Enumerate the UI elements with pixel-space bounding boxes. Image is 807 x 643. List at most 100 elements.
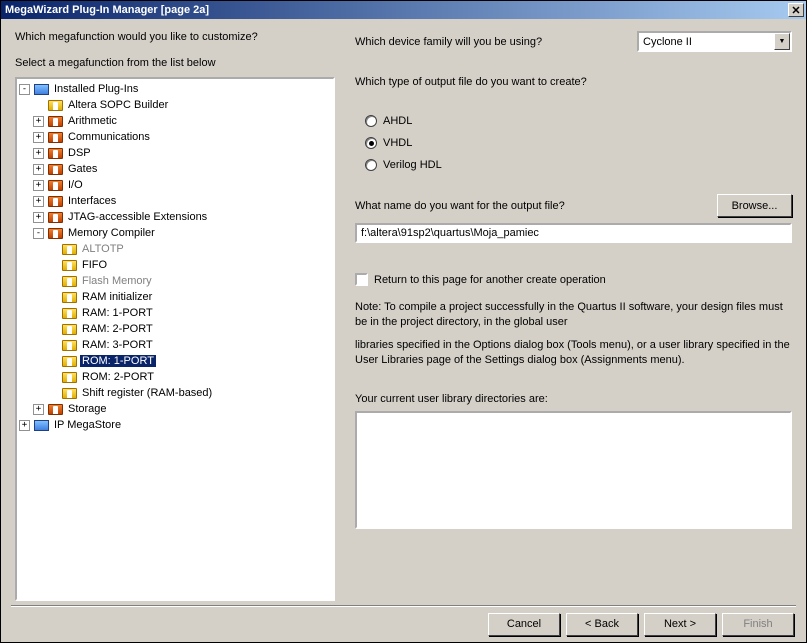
radio-icon bbox=[365, 115, 377, 127]
expand-icon[interactable]: + bbox=[33, 132, 44, 143]
tree-item[interactable]: +Storage bbox=[17, 401, 333, 417]
tree-item[interactable]: Altera SOPC Builder bbox=[17, 97, 333, 113]
tree-item[interactable]: ALTOTP bbox=[17, 241, 333, 257]
close-button[interactable]: ✕ bbox=[788, 3, 804, 17]
content-area: Which megafunction would you like to cus… bbox=[1, 19, 806, 605]
tree-item-label: Memory Compiler bbox=[66, 227, 157, 239]
radio-label-verilog: Verilog HDL bbox=[383, 159, 442, 171]
folder-icon bbox=[33, 83, 49, 96]
expander-spacer bbox=[47, 260, 58, 271]
back-button[interactable]: < Back bbox=[566, 613, 638, 636]
tree-item-label: Installed Plug-Ins bbox=[52, 83, 140, 95]
left-column: Which megafunction would you like to cus… bbox=[15, 31, 335, 601]
tree-item-label: IP MegaStore bbox=[52, 419, 123, 431]
tree-item-label: RAM initializer bbox=[80, 291, 154, 303]
tree-item[interactable]: RAM: 1-PORT bbox=[17, 305, 333, 321]
expander-spacer bbox=[47, 372, 58, 383]
tree-item[interactable]: RAM: 2-PORT bbox=[17, 321, 333, 337]
user-libraries-label: Your current user library directories ar… bbox=[355, 393, 792, 405]
browse-button[interactable]: Browse... bbox=[717, 194, 792, 217]
tree-item[interactable]: RAM initializer bbox=[17, 289, 333, 305]
folder-icon bbox=[61, 307, 77, 320]
folder-icon bbox=[47, 147, 63, 160]
titlebar: MegaWizard Plug-In Manager [page 2a] ✕ bbox=[1, 1, 806, 19]
tree-item[interactable]: - Memory Compiler bbox=[17, 225, 333, 241]
folder-icon bbox=[61, 275, 77, 288]
bottom-button-bar: Cancel < Back Next > Finish bbox=[1, 607, 806, 641]
folder-icon bbox=[47, 227, 63, 240]
expander-spacer bbox=[47, 356, 58, 367]
tree-item[interactable]: - Installed Plug-Ins bbox=[17, 81, 333, 97]
expand-icon[interactable]: + bbox=[19, 420, 30, 431]
tree-item[interactable]: Shift register (RAM-based) bbox=[17, 385, 333, 401]
return-checkbox-row[interactable]: Return to this page for another create o… bbox=[355, 273, 792, 286]
output-type-question: Which type of output file do you want to… bbox=[355, 76, 792, 88]
tree-item[interactable]: + IP MegaStore bbox=[17, 417, 333, 433]
folder-icon bbox=[61, 243, 77, 256]
device-family-question: Which device family will you be using? bbox=[355, 36, 627, 48]
tree-item[interactable]: RAM: 3-PORT bbox=[17, 337, 333, 353]
expand-icon[interactable]: + bbox=[33, 148, 44, 159]
folder-icon bbox=[61, 371, 77, 384]
radio-icon bbox=[365, 159, 377, 171]
expand-icon[interactable]: + bbox=[33, 116, 44, 127]
finish-button[interactable]: Finish bbox=[722, 613, 794, 636]
note-text-2: libraries specified in the Options dialo… bbox=[355, 338, 792, 368]
expand-icon[interactable]: + bbox=[33, 180, 44, 191]
expander-spacer bbox=[47, 308, 58, 319]
user-libraries-list[interactable] bbox=[355, 411, 792, 529]
tree-item[interactable]: Flash Memory bbox=[17, 273, 333, 289]
tree-item-label: ALTOTP bbox=[80, 243, 126, 255]
tree-item-label: FIFO bbox=[80, 259, 109, 271]
expand-icon[interactable]: + bbox=[33, 164, 44, 175]
expander-spacer bbox=[47, 340, 58, 351]
megafunction-tree[interactable]: - Installed Plug-Ins Altera SOPC Builder + A… bbox=[15, 77, 335, 601]
output-filename-input[interactable] bbox=[355, 223, 792, 243]
tree-item-label: RAM: 1-PORT bbox=[80, 307, 155, 319]
chevron-down-icon[interactable]: ▼ bbox=[774, 33, 790, 50]
folder-icon bbox=[47, 131, 63, 144]
tree-item[interactable]: + I/O bbox=[17, 177, 333, 193]
tree-item[interactable]: ROM: 1-PORT bbox=[17, 353, 333, 369]
expand-icon[interactable]: + bbox=[33, 404, 44, 415]
collapse-icon[interactable]: - bbox=[33, 228, 44, 239]
folder-icon bbox=[47, 163, 63, 176]
radio-ahdl[interactable]: AHDL bbox=[365, 110, 792, 132]
tree-item-label: Interfaces bbox=[66, 195, 118, 207]
expander-spacer bbox=[47, 244, 58, 255]
tree-item[interactable]: ROM: 2-PORT bbox=[17, 369, 333, 385]
tree-item-label: Gates bbox=[66, 163, 99, 175]
tree-item[interactable]: + Arithmetic bbox=[17, 113, 333, 129]
tree-item-label: Arithmetic bbox=[66, 115, 119, 127]
right-column: Which device family will you be using? C… bbox=[355, 31, 792, 601]
expander-spacer bbox=[47, 388, 58, 399]
tree-item-label: RAM: 3-PORT bbox=[80, 339, 155, 351]
tree-item-label: I/O bbox=[66, 179, 85, 191]
folder-icon bbox=[47, 195, 63, 208]
expand-icon[interactable]: + bbox=[33, 196, 44, 207]
cancel-button[interactable]: Cancel bbox=[488, 613, 560, 636]
tree-item[interactable]: +JTAG-accessible Extensions bbox=[17, 209, 333, 225]
close-icon: ✕ bbox=[791, 4, 800, 17]
expand-icon[interactable]: + bbox=[33, 212, 44, 223]
device-family-combo[interactable]: Cyclone II ▼ bbox=[637, 31, 792, 52]
tree-item[interactable]: +Communications bbox=[17, 129, 333, 145]
filename-question: What name do you want for the output fil… bbox=[355, 200, 709, 212]
radio-label-ahdl: AHDL bbox=[383, 115, 412, 127]
radio-verilog[interactable]: Verilog HDL bbox=[365, 154, 792, 176]
folder-icon bbox=[47, 211, 63, 224]
tree-item[interactable]: + Interfaces bbox=[17, 193, 333, 209]
tree-item[interactable]: + Gates bbox=[17, 161, 333, 177]
tree-item-label: Shift register (RAM-based) bbox=[80, 387, 214, 399]
tree-item[interactable]: FIFO bbox=[17, 257, 333, 273]
expander-spacer bbox=[47, 292, 58, 303]
output-type-radio-group: AHDL VHDL Verilog HDL bbox=[365, 110, 792, 176]
select-megafunction-label: Select a megafunction from the list belo… bbox=[15, 57, 335, 69]
radio-vhdl[interactable]: VHDL bbox=[365, 132, 792, 154]
next-button[interactable]: Next > bbox=[644, 613, 716, 636]
folder-icon bbox=[61, 323, 77, 336]
folder-icon bbox=[47, 115, 63, 128]
tree-item[interactable]: +DSP bbox=[17, 145, 333, 161]
collapse-icon[interactable]: - bbox=[19, 84, 30, 95]
filename-row: What name do you want for the output fil… bbox=[355, 194, 792, 217]
